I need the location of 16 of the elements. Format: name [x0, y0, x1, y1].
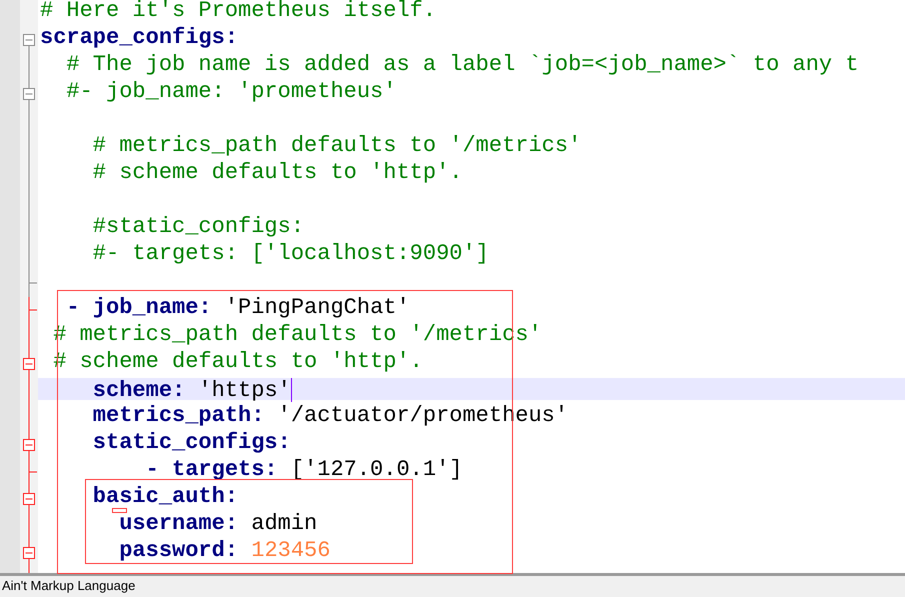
- text-cursor: [290, 378, 292, 402]
- code-line: static_configs:: [92, 432, 291, 454]
- code-line: username: admin: [118, 513, 318, 535]
- code-line: # Here it's Prometheus itself.: [39, 0, 436, 22]
- code-line: # metrics_path defaults to '/metrics': [92, 135, 582, 157]
- code-line: # scheme defaults to 'http'.: [92, 162, 462, 184]
- code-line: - targets: ['127.0.0.1']: [144, 459, 462, 481]
- code-line: basic_auth:: [92, 486, 238, 508]
- code-line: #- targets: ['localhost:9090']: [92, 243, 489, 265]
- code-line: #- job_name: 'prometheus': [65, 81, 396, 103]
- code-line: password: 123456: [118, 540, 330, 562]
- code-line: #static_configs:: [92, 216, 304, 238]
- language-label: Ain't Markup Language: [2, 578, 136, 593]
- code-line: scrape_configs:: [39, 27, 238, 49]
- code-line: - job_name: 'PingPangChat': [65, 297, 410, 319]
- code-line: # The job name is added as a label `job=<job_name>` to any t: [65, 54, 859, 76]
